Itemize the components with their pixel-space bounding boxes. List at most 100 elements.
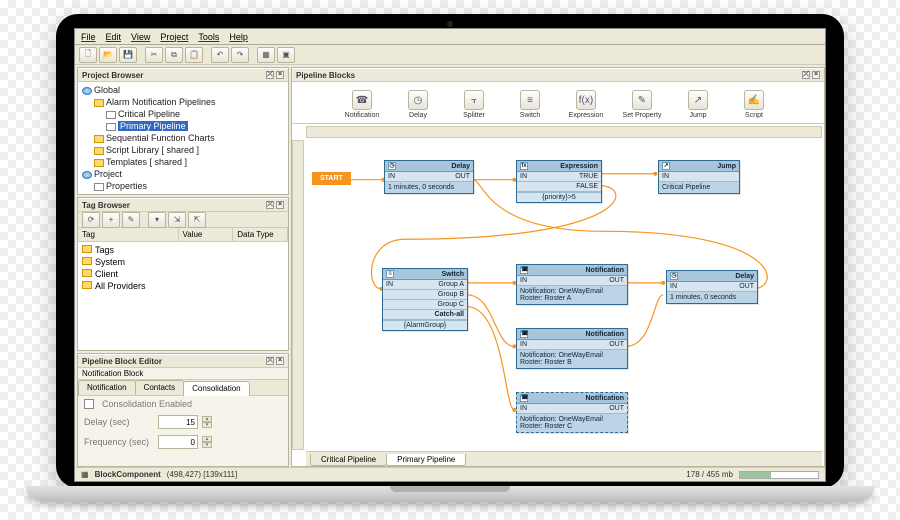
block-switch-button[interactable]: ≡Switch <box>508 90 552 119</box>
expression-block[interactable]: fxExpression INTRUE FALSE {priority}>5 <box>516 160 602 203</box>
tree-node-properties[interactable]: Properties <box>106 181 147 191</box>
tab-contacts[interactable]: Contacts <box>135 380 185 395</box>
block-jump-button[interactable]: ↗Jump <box>676 90 720 119</box>
grid-icon[interactable]: ▦ <box>257 47 275 63</box>
col-datatype[interactable]: Data Type <box>233 228 288 241</box>
block-setproperty-button[interactable]: ✎Set Property <box>620 90 664 119</box>
tab-consolidation[interactable]: Consolidation <box>183 381 249 396</box>
col-value[interactable]: Value <box>179 228 234 241</box>
pin-icon[interactable]: ⤫ <box>266 71 274 79</box>
switch-block[interactable]: ≡Switch INGroup A Group B Group C Catch-… <box>382 268 468 331</box>
tree-node-critical[interactable]: Critical Pipeline <box>118 109 180 119</box>
redo-icon[interactable]: ↷ <box>231 47 249 63</box>
block-delay-button[interactable]: ◷Delay <box>396 90 440 119</box>
tree-node-project[interactable]: Project <box>94 169 122 179</box>
cut-icon[interactable]: ✂ <box>145 47 163 63</box>
spin-down-icon[interactable]: ▾ <box>202 442 212 448</box>
tree-node-scripts[interactable]: Scripts <box>106 193 134 194</box>
consolidation-checkbox[interactable] <box>84 399 94 409</box>
tag-node[interactable]: Tags <box>95 245 114 255</box>
tag-node[interactable]: Client <box>95 269 118 279</box>
tag-node[interactable]: System <box>95 257 125 267</box>
import-icon[interactable]: ⇱ <box>188 212 206 228</box>
paste-icon[interactable]: 📋 <box>185 47 203 63</box>
spin-down-icon[interactable]: ▾ <box>202 422 212 428</box>
block-expression-button[interactable]: f(x)Expression <box>564 90 608 119</box>
block-label: Set Property <box>623 112 662 119</box>
menu-tools[interactable]: Tools <box>198 32 219 42</box>
menu-help[interactable]: Help <box>229 32 248 42</box>
canvas-tab-critical[interactable]: Critical Pipeline <box>310 454 387 466</box>
phone-icon: ☎ <box>352 90 372 110</box>
consolidation-label: Consolidation Enabled <box>102 399 192 409</box>
pipeline-canvas[interactable]: START ◷Delay INOUT 1 minutes, 0 seconds … <box>306 140 822 450</box>
undo-icon[interactable]: ↶ <box>211 47 229 63</box>
separator <box>251 47 255 63</box>
notification-block-c[interactable]: ☎Notification INOUT Notification: OneWay… <box>516 392 628 433</box>
port-out: OUT <box>455 173 470 180</box>
col-tag[interactable]: Tag <box>78 228 179 241</box>
panel-title: Pipeline Blocks ⤫× <box>292 68 824 82</box>
menu-file[interactable]: File <box>81 32 96 42</box>
folder-icon <box>94 147 104 155</box>
delay-input[interactable] <box>158 415 198 429</box>
close-icon[interactable]: × <box>812 71 820 79</box>
port-group-b: Group B <box>438 291 464 298</box>
delay-label: Delay (sec) <box>84 417 154 427</box>
block-label: Splitter <box>463 112 485 119</box>
block-line: Notification: OneWayEmail <box>520 288 624 295</box>
snap-icon[interactable]: ▣ <box>277 47 295 63</box>
port-in: IN <box>520 341 527 348</box>
tree-node-sfc[interactable]: Sequential Function Charts <box>106 133 215 143</box>
canvas-tab-primary[interactable]: Primary Pipeline <box>386 454 466 466</box>
notification-block-b[interactable]: ☎Notification INOUT Notification: OneWay… <box>516 328 628 369</box>
delay-block-1[interactable]: ◷Delay INOUT 1 minutes, 0 seconds <box>384 160 474 194</box>
tag-tree[interactable]: Tags System Client All Providers <box>78 242 288 350</box>
pin-icon[interactable]: ⤫ <box>266 201 274 209</box>
block-notification-button[interactable]: ☎Notification <box>340 90 384 119</box>
copy-icon[interactable]: ⧉ <box>165 47 183 63</box>
close-icon[interactable]: × <box>276 71 284 79</box>
block-label: Switch <box>520 112 541 119</box>
project-tree[interactable]: Global Alarm Notification Pipelines Crit… <box>78 82 288 194</box>
jump-block[interactable]: ↗Jump IN Critical Pipeline <box>658 160 740 194</box>
start-block[interactable]: START <box>312 172 351 185</box>
status-grid-icon[interactable]: ▦ <box>81 470 89 479</box>
separator <box>139 47 143 63</box>
edit-tag-icon[interactable]: ✎ <box>122 212 140 228</box>
delay-block-2[interactable]: ◷Delay INOUT 1 minutes, 0 seconds <box>666 270 758 304</box>
tree-node-templates[interactable]: Templates [ shared ] <box>106 157 187 167</box>
canvas-tabs: Critical Pipeline Primary Pipeline <box>306 451 822 466</box>
tab-notification[interactable]: Notification <box>78 380 136 395</box>
notification-block-a[interactable]: ☎Notification INOUT Notification: OneWay… <box>516 264 628 305</box>
pin-icon[interactable]: ⤫ <box>802 71 810 79</box>
tree-node-global[interactable]: Global <box>94 85 120 95</box>
tree-node-primary[interactable]: Primary Pipeline <box>118 121 188 131</box>
export-icon[interactable]: ⇲ <box>168 212 186 228</box>
tree-node-scriptlib[interactable]: Script Library [ shared ] <box>106 145 199 155</box>
add-tag-icon[interactable]: + <box>102 212 120 228</box>
menu-view[interactable]: View <box>131 32 150 42</box>
port-in: IN <box>662 173 669 180</box>
menu-edit[interactable]: Edit <box>106 32 122 42</box>
tag-node[interactable]: All Providers <box>95 281 146 291</box>
open-icon[interactable]: 📂 <box>99 47 117 63</box>
close-icon[interactable]: × <box>276 357 284 365</box>
save-icon[interactable]: 💾 <box>119 47 137 63</box>
phone-icon: ☎ <box>520 266 528 274</box>
block-footer: {AlarmGroup} <box>383 320 467 330</box>
filter-icon[interactable]: ▾ <box>148 212 166 228</box>
phone-icon: ☎ <box>520 394 528 402</box>
pipeline-panel: Pipeline Blocks ⤫× ☎Notification ◷Delay … <box>291 67 825 467</box>
refresh-icon[interactable]: ⟳ <box>82 212 100 228</box>
status-coords: (498,427) [139x111] <box>167 470 237 479</box>
menu-project[interactable]: Project <box>160 32 188 42</box>
pin-icon[interactable]: ⤫ <box>266 357 274 365</box>
tree-node-alarm-pipelines[interactable]: Alarm Notification Pipelines <box>106 97 216 107</box>
freq-input[interactable] <box>158 435 198 449</box>
block-splitter-button[interactable]: ⫟Splitter <box>452 90 496 119</box>
block-script-button[interactable]: ✍Script <box>732 90 776 119</box>
new-icon[interactable]: 🗋 <box>79 47 97 63</box>
block-label: Expression <box>569 112 604 119</box>
close-icon[interactable]: × <box>276 201 284 209</box>
